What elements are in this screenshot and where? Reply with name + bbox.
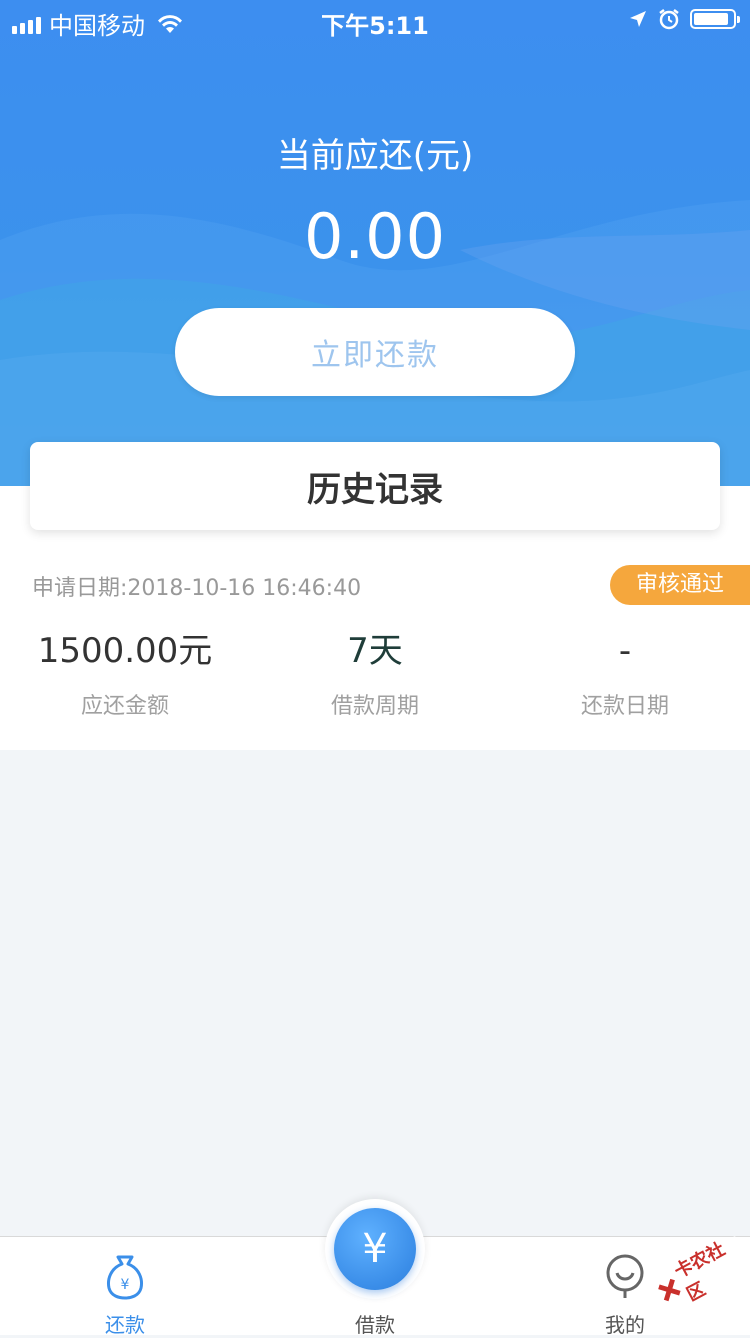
svg-text:¥: ¥ (121, 1277, 130, 1293)
record-columns: 1500.00元 应还金额 7天 借款周期 - 还款日期 (0, 628, 750, 720)
record-col-date: - 还款日期 (500, 628, 750, 720)
repay-amount-value: 1500.00元 (37, 631, 213, 671)
tab-repay[interactable]: ¥ 还款 (0, 1237, 250, 1337)
battery-icon (690, 9, 740, 29)
repay-amount-label: 应还金额 (80, 694, 169, 719)
loan-period-value: 7天 (347, 631, 403, 671)
header-banner: 中国移动 下午5:11 当前应还(元) 0.00 立即还款 (0, 0, 750, 486)
apply-date: 申请日期:2018-10-16 16:46:40 (32, 576, 362, 601)
due-label: 当前应还(元) (276, 136, 474, 176)
profile-icon (606, 1254, 644, 1298)
status-bar: 中国移动 下午5:11 (0, 0, 750, 40)
alarm-icon (659, 9, 679, 30)
due-amount: 0.00 (303, 200, 447, 273)
repay-now-button[interactable]: 立即还款 (175, 308, 575, 396)
repay-date-label: 还款日期 (580, 694, 669, 719)
location-icon (630, 11, 646, 27)
history-title: 历史记录 (30, 442, 720, 530)
borrow-center-button[interactable]: ¥ (334, 1208, 416, 1290)
record-col-amount: 1500.00元 应还金额 (0, 628, 250, 720)
repay-date-value: - (618, 631, 632, 671)
record-col-period: 7天 借款周期 (250, 628, 500, 720)
money-bag-icon: ¥ (107, 1255, 143, 1300)
status-badge: 审核通过 (610, 565, 750, 605)
loan-period-label: 借款周期 (330, 694, 419, 719)
